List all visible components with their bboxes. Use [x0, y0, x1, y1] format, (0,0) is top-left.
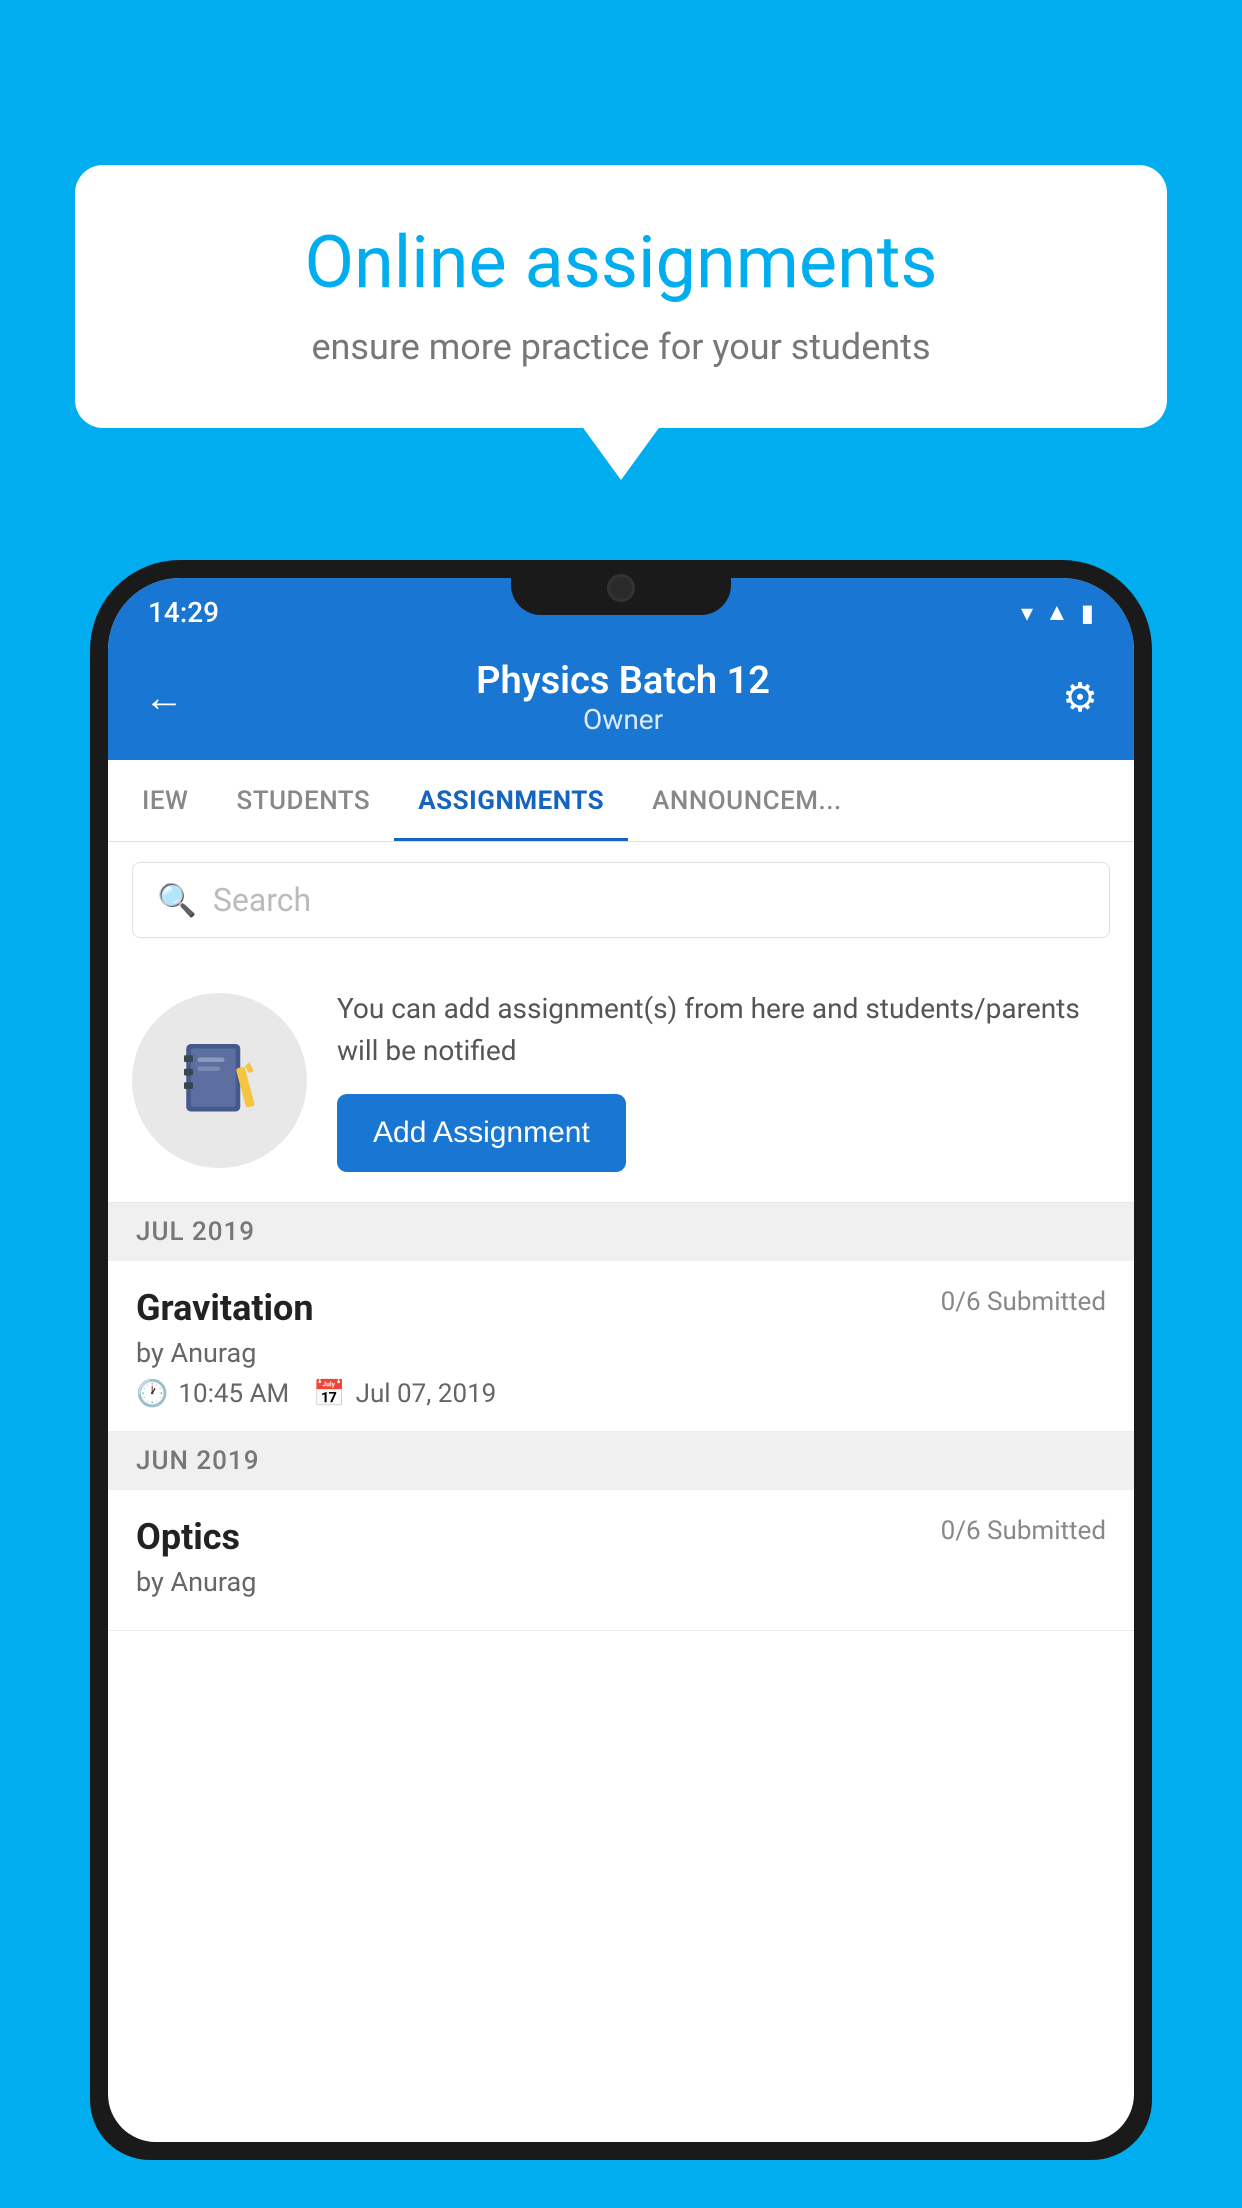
speech-bubble: Online assignments ensure more practice … — [75, 165, 1167, 428]
phone-notch — [511, 560, 731, 615]
tab-students[interactable]: STUDENTS — [212, 760, 394, 841]
app-header: ← Physics Batch 12 Owner ⚙ — [108, 641, 1134, 760]
status-time: 14:29 — [148, 596, 219, 629]
assignment-item-optics[interactable]: Optics 0/6 Submitted by Anurag — [108, 1490, 1134, 1631]
search-placeholder: Search — [213, 881, 311, 919]
assignment-banner-right: You can add assignment(s) from here and … — [337, 988, 1110, 1172]
search-container: 🔍 Search — [108, 842, 1134, 958]
signal-icon: ▲ — [1045, 598, 1069, 627]
assignment-item-top: Gravitation 0/6 Submitted — [136, 1287, 1106, 1329]
assignment-submitted: 0/6 Submitted — [941, 1287, 1106, 1317]
tab-announcements[interactable]: ANNOUNCEM... — [628, 760, 866, 841]
search-bar[interactable]: 🔍 Search — [132, 862, 1110, 938]
notebook-icon — [175, 1035, 265, 1125]
header-center: Physics Batch 12 Owner — [476, 659, 770, 736]
header-subtitle: Owner — [476, 703, 770, 736]
phone-frame: 14:29 ▾ ▲ ▮ ← Physics Batch 12 Owner ⚙ I… — [90, 560, 1152, 2208]
tab-iew[interactable]: IEW — [118, 760, 212, 841]
battery-icon: ▮ — [1081, 599, 1094, 627]
speech-bubble-wrapper: Online assignments ensure more practice … — [75, 165, 1167, 428]
settings-button[interactable]: ⚙ — [1062, 674, 1098, 721]
status-icons: ▾ ▲ ▮ — [1021, 598, 1094, 627]
assignment-submitted-optics: 0/6 Submitted — [941, 1516, 1106, 1546]
month-header-jul: JUL 2019 — [108, 1203, 1134, 1261]
assignment-by-optics: by Anurag — [136, 1566, 1106, 1598]
wifi-icon: ▾ — [1021, 599, 1033, 627]
search-icon: 🔍 — [157, 881, 197, 919]
phone-outer: 14:29 ▾ ▲ ▮ ← Physics Batch 12 Owner ⚙ I… — [90, 560, 1152, 2160]
tabs-bar: IEW STUDENTS ASSIGNMENTS ANNOUNCEM... — [108, 760, 1134, 842]
add-assignment-button[interactable]: Add Assignment — [337, 1094, 626, 1172]
phone-camera — [607, 574, 635, 602]
assignment-name: Gravitation — [136, 1287, 314, 1329]
assignment-banner-text: You can add assignment(s) from here and … — [337, 988, 1110, 1072]
speech-bubble-subtitle: ensure more practice for your students — [135, 326, 1107, 368]
calendar-icon: 📅 — [313, 1379, 345, 1409]
assignment-meta: 🕐 10:45 AM 📅 Jul 07, 2019 — [136, 1379, 1106, 1409]
month-header-jun: JUN 2019 — [108, 1432, 1134, 1490]
assignment-name-optics: Optics — [136, 1516, 240, 1558]
phone-screen: 14:29 ▾ ▲ ▮ ← Physics Batch 12 Owner ⚙ I… — [108, 578, 1134, 2142]
speech-bubble-title: Online assignments — [135, 220, 1107, 306]
add-assignment-banner: You can add assignment(s) from here and … — [108, 958, 1134, 1203]
assignment-item-gravitation[interactable]: Gravitation 0/6 Submitted by Anurag 🕐 10… — [108, 1261, 1134, 1432]
assignment-icon-circle — [132, 993, 307, 1168]
assignment-by: by Anurag — [136, 1337, 1106, 1369]
assignment-item-top-optics: Optics 0/6 Submitted — [136, 1516, 1106, 1558]
assignment-date: 📅 Jul 07, 2019 — [313, 1379, 496, 1409]
tab-assignments[interactable]: ASSIGNMENTS — [394, 760, 628, 841]
clock-icon: 🕐 — [136, 1379, 168, 1409]
back-button[interactable]: ← — [144, 674, 184, 721]
assignment-time: 🕐 10:45 AM — [136, 1379, 289, 1409]
header-title: Physics Batch 12 — [476, 659, 770, 703]
